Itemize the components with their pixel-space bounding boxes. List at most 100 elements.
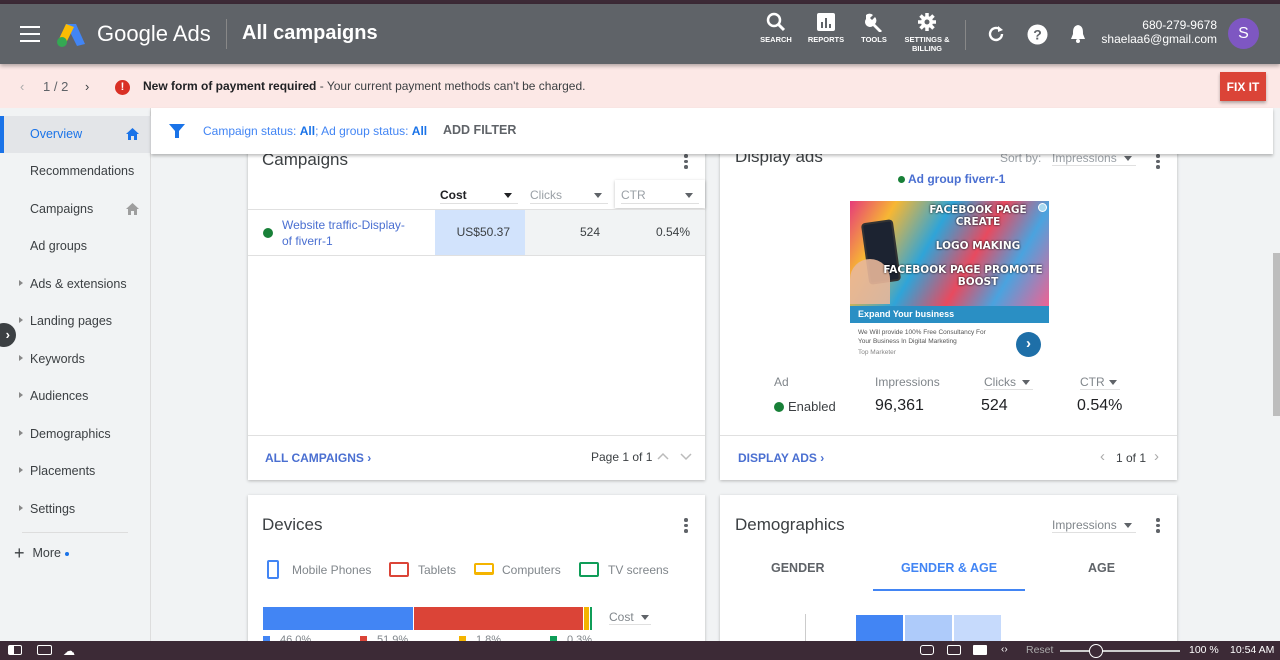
refresh-icon[interactable] [986,24,1006,44]
enabled-status-dot [774,402,784,412]
prev-ad-icon[interactable]: ‹ [1100,448,1105,465]
ad-description: We Will provide 100% Free Consultancy Fo… [858,328,986,357]
sidebar-more-button[interactable]: + More [14,543,69,564]
menu-icon[interactable] [20,26,40,42]
column-header-clicks[interactable]: Clicks [530,188,608,204]
stat-header-ctr[interactable]: CTR [1080,375,1120,390]
clicks-cell: 524 [579,225,600,239]
sidebar-item-ads-extensions[interactable]: Ads & extensions [0,266,151,303]
alert-pager: 1 / 2 [43,79,69,94]
alert-prev-icon[interactable]: ‹ [20,79,24,94]
sidebar-item-placements[interactable]: Placements [0,453,151,490]
tab-gender[interactable]: GENDER [771,561,824,575]
active-indicator [0,116,4,153]
column-header-ctr[interactable]: CTR [621,188,699,204]
card-footer-divider [720,435,1177,436]
tab-age[interactable]: AGE [1088,561,1115,575]
stat-header-ad: Ad [774,375,789,389]
account-info[interactable]: 680-279-9678 shaelaa6@gmail.com [1101,18,1217,46]
sidebar-item-campaigns[interactable]: Campaigns [0,191,151,228]
sidebar: Overview Recommendations Campaigns Ad gr… [0,108,151,641]
camera-icon[interactable] [920,645,934,655]
demographics-more-icon[interactable] [1156,518,1160,535]
zoom-slider[interactable] [1060,644,1180,658]
metric-value: Impressions [1052,518,1117,532]
campaign-name-link[interactable]: Website traffic-Display-of fiverr-1 [282,217,405,249]
home-icon [126,203,139,215]
enabled-status-dot [263,228,273,238]
ctr-cell: 0.54% [655,225,690,239]
sidebar-item-keywords[interactable]: Keywords [0,341,151,378]
next-ad-icon[interactable]: › [1154,448,1159,465]
devices-title: Devices [262,515,323,534]
sidebar-item-label: Ad groups [30,239,87,253]
enabled-status-dot [898,176,905,183]
avatar[interactable]: S [1228,18,1259,49]
chevron-up-icon[interactable] [657,452,669,461]
sidebar-item-audiences[interactable]: Audiences [0,378,151,415]
campaigns-more-icon[interactable] [684,154,688,171]
image-icon[interactable] [973,645,987,655]
sidebar-toggle-icon[interactable] [8,645,22,655]
stat-header-label: Clicks [984,375,1016,389]
fix-it-button[interactable]: FIX IT [1220,72,1266,101]
ad-desc-line: Your Business In Digital Marketing [858,338,957,345]
sidebar-item-recommendations[interactable]: Recommendations [0,153,151,190]
ad-preview[interactable]: FACEBOOK PAGE CREATE LOGO MAKING FACEBOO… [850,201,1049,359]
ad-info-icon[interactable] [1038,203,1047,212]
page-scrollbar[interactable] [1273,253,1280,416]
ad-group-link[interactable]: Ad group fiverr-1 [898,172,1005,186]
devices-more-icon[interactable] [684,518,688,535]
taskbar: ☁ ‹› Reset 100 % 10:54 AM [0,641,1280,660]
filter-icon[interactable] [169,123,185,139]
window-icon[interactable] [947,645,961,655]
computer-icon [474,563,494,575]
sidebar-item-demographics[interactable]: Demographics [0,416,151,453]
sidebar-item-overview[interactable]: Overview [0,116,151,153]
alert-next-icon[interactable]: › [85,79,89,94]
dropdown-caret-icon [1022,380,1030,385]
sidebar-item-settings[interactable]: Settings [0,491,151,528]
code-icon[interactable]: ‹› [1001,644,1008,655]
header-divider-2 [965,20,966,50]
cloud-icon[interactable]: ☁ [63,644,75,658]
link-label: ALL CAMPAIGNS [265,451,364,465]
home-icon [126,128,139,140]
stat-header-clicks[interactable]: Clicks [984,375,1033,390]
column-header-cost[interactable]: Cost [440,188,518,204]
alert-text: - Your current payment methods can't be … [316,79,586,93]
account-phone: 680-279-9678 [1142,18,1217,32]
zoom-reset-button[interactable]: Reset [1026,644,1053,656]
settings-billing-button[interactable]: SETTINGS & BILLING [902,12,952,53]
sidebar-item-label: Overview [30,127,83,141]
tablet-icon [389,562,409,577]
ad-image-text: FACEBOOK PAGE CREATE LOGO MAKING FACEBOO… [883,204,1046,288]
zoom-level: 100 % [1189,644,1219,656]
demographics-metric-dropdown[interactable]: Impressions [1052,518,1136,533]
help-icon[interactable]: ? [1027,24,1048,45]
add-filter-button[interactable]: ADD FILTER [443,123,516,137]
sidebar-item-landing-pages[interactable]: Landing pages [0,303,151,340]
display-ads-link[interactable]: DISPLAY ADS › [738,451,824,465]
tools-button[interactable]: TOOLS [858,12,890,44]
ad-text-line: CREATE [955,216,1001,228]
tab-gender-and-age[interactable]: GENDER & AGE [873,561,1025,591]
devices-metric-dropdown[interactable]: Cost [609,610,651,625]
notifications-bell-icon[interactable] [1069,24,1087,44]
device-bar-segment [590,607,593,630]
search-button[interactable]: SEARCH [760,12,792,44]
sort-caret-icon [504,193,512,198]
chevron-down-icon[interactable] [680,452,692,461]
gear-icon [918,13,936,31]
google-ads-logo [57,24,85,47]
sidebar-item-ad-groups[interactable]: Ad groups [0,228,151,265]
devices-stacked-bar [263,607,593,630]
table-row[interactable]: Website traffic-Display-of fiverr-1 US$5… [248,209,705,256]
reports-button[interactable]: REPORTS [806,12,846,44]
zoom-slider-handle[interactable] [1089,644,1103,658]
all-campaigns-link[interactable]: ALL CAMPAIGNS › [265,451,371,465]
status-filter[interactable]: Campaign status: All; Ad group status: A… [203,124,427,138]
display-ads-more-icon[interactable] [1156,154,1160,171]
tabs-icon[interactable] [37,645,52,655]
ad-cta-chevron-icon[interactable]: › [1016,332,1041,357]
